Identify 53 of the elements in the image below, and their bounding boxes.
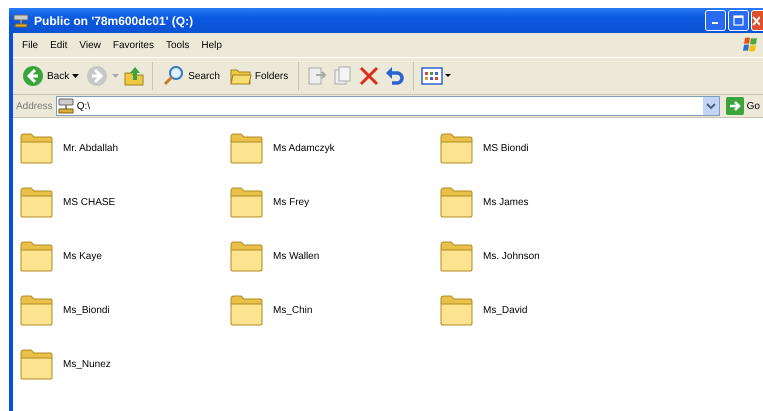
folder-icon[interactable] [19,185,55,219]
back-button[interactable]: Back [19,63,82,89]
folder-icon[interactable] [19,347,55,381]
folder-icon[interactable] [19,293,55,327]
network-drive-icon [56,98,75,114]
folder-name[interactable]: Ms_Chin [273,304,312,316]
window-title: Public on '78m600dc01' (Q:) [34,14,194,28]
folder-icon[interactable] [19,131,55,165]
address-label: Address [16,100,53,112]
search-icon [163,65,186,87]
folder-icon[interactable] [439,293,475,327]
folder-name[interactable]: MS Biondi [483,142,529,154]
menu-item[interactable]: Edit [44,38,74,52]
folder-name[interactable]: Ms James [483,196,529,208]
folder-name[interactable]: Ms Wallen [273,250,320,262]
menu-item[interactable]: File [16,38,44,52]
close-button[interactable] [751,10,763,31]
delete-icon[interactable] [358,65,380,87]
folder-icon[interactable] [439,185,475,219]
folder-icon[interactable] [229,293,265,327]
folder-icon[interactable] [19,239,55,273]
folder-icon[interactable] [229,185,265,219]
network-drive-icon [13,14,29,28]
go-button[interactable]: Go [722,97,763,115]
folder-name[interactable]: MS CHASE [63,196,116,208]
address-field[interactable]: Q:\ [56,96,720,116]
up-folder-icon[interactable] [123,65,146,87]
folder-name[interactable]: Ms_David [483,304,528,316]
folder-icon[interactable] [439,131,475,165]
folder-icon[interactable] [439,239,475,273]
folder-name[interactable]: Ms_Nunez [63,358,111,370]
folder-icon[interactable] [229,131,265,165]
minimize-button[interactable] [705,10,726,31]
folders-button[interactable]: Folders [226,64,292,88]
folder-name[interactable]: Mr. Abdallah [63,142,118,154]
menu-item[interactable]: Help [195,38,228,52]
maximize-icon [733,15,744,26]
views-icon[interactable] [421,66,454,86]
menu-item[interactable]: Favorites [106,38,160,52]
dropdown-arrow-icon [72,74,80,78]
move-to-icon[interactable] [306,65,328,87]
maximize-button[interactable] [728,10,749,31]
search-button[interactable]: Search [160,63,223,89]
undo-icon[interactable] [384,65,406,87]
folder-name[interactable]: Ms Frey [273,196,310,208]
menu-item[interactable]: View [73,38,107,52]
close-icon [752,15,760,26]
folder-name[interactable]: Ms_Biondi [63,304,110,316]
folder-icon[interactable] [229,239,265,273]
folder-name[interactable]: Ms Kaye [63,250,102,262]
folder-name[interactable]: Ms Adamczyk [273,142,335,154]
folder-name[interactable]: Ms. Johnson [483,250,540,262]
menu-item[interactable]: Tools [160,38,196,52]
